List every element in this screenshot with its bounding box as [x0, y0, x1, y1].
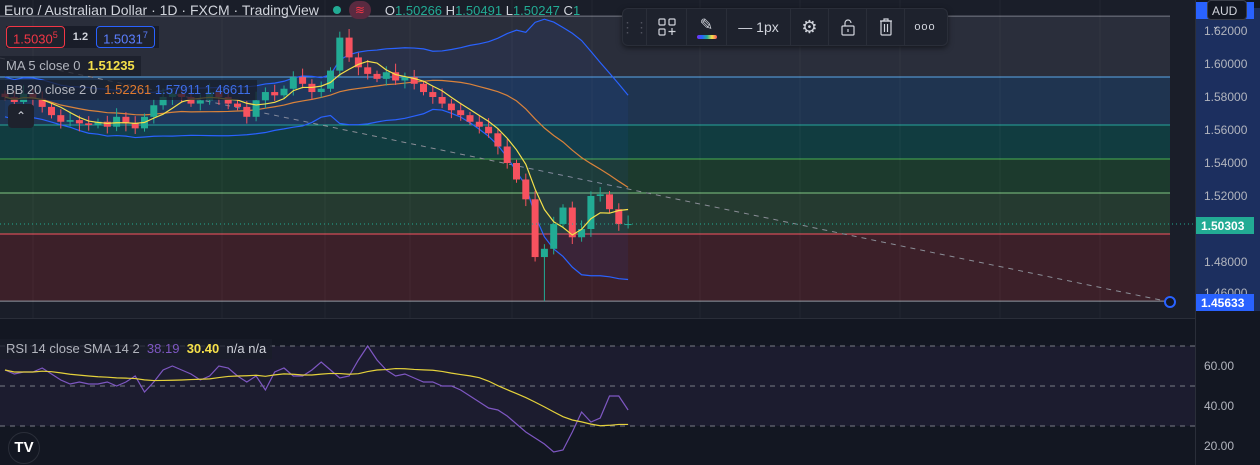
candle-body: [596, 194, 604, 196]
symbol-header: Euro / Australian Dollar · 1D · FXCM · T…: [0, 0, 580, 20]
candle-body: [522, 179, 530, 200]
candle: [336, 31, 344, 78]
candle-body: [289, 77, 297, 89]
pane-separator[interactable]: [0, 318, 1260, 330]
line-width-icon: —: [738, 19, 757, 35]
candle-body: [345, 37, 353, 58]
candle-body: [131, 123, 139, 129]
candle-body: [103, 121, 111, 127]
candle-body: [280, 88, 288, 96]
candle-body: [85, 123, 93, 126]
candle-body: [261, 92, 269, 101]
candle-body: [429, 92, 437, 97]
candle-body: [513, 163, 520, 180]
price-chart[interactable]: [0, 0, 1195, 318]
rsi-tick: 40.00: [1204, 399, 1235, 413]
price-tick: 1.48000: [1204, 255, 1248, 269]
candle-body: [364, 67, 372, 74]
drag-handle-icon[interactable]: ⋮⋮: [621, 8, 649, 46]
candle-body: [373, 73, 381, 79]
symbol-title[interactable]: Euro / Australian Dollar · 1D · FXCM · T…: [0, 2, 319, 18]
currency-selector[interactable]: AUD ⌄: [1207, 0, 1247, 31]
more-options-icon[interactable]: ooo: [905, 8, 945, 46]
price-tick: 1.60000: [1204, 57, 1248, 71]
candle-body: [606, 194, 613, 210]
candle-body: [494, 133, 502, 147]
pencil-icon: ✎: [699, 17, 714, 34]
line-color-button[interactable]: ✎: [687, 8, 727, 46]
candle-body: [271, 92, 279, 96]
trash-icon[interactable]: [867, 8, 905, 46]
candle-body: [66, 120, 74, 122]
candle-body: [57, 115, 65, 122]
rsi-tick: 20.00: [1204, 439, 1235, 453]
candle: [513, 159, 520, 183]
candle-body: [485, 126, 493, 134]
sell-button[interactable]: 1.50305: [6, 26, 65, 48]
spread-value: 1.2: [72, 31, 89, 43]
candle: [531, 190, 539, 262]
price-tick: 1.62000: [1204, 24, 1248, 38]
candle-body: [317, 88, 325, 93]
price-tick: 1.56000: [1204, 123, 1248, 137]
candle-body: [252, 100, 260, 117]
drawing-toolbar: ⋮⋮ ✎ — 1px ⚙ ooo: [621, 8, 948, 46]
candle-body: [540, 248, 548, 258]
candle-body: [382, 72, 390, 79]
data-status-icon[interactable]: ≋: [348, 1, 371, 19]
collapse-legend-button[interactable]: ⌃: [8, 104, 34, 128]
candle-body: [466, 115, 474, 122]
drawing-price-label: 1.45633: [1196, 294, 1254, 311]
current-price-label: 1.50303: [1196, 217, 1254, 234]
candle-body: [299, 77, 307, 84]
price-pane[interactable]: [0, 0, 1195, 318]
candle-body: [457, 110, 465, 116]
buy-button[interactable]: 1.50317: [96, 26, 155, 48]
candle-body: [438, 97, 446, 104]
candle-body: [234, 103, 241, 107]
settings-gear-icon[interactable]: ⚙: [791, 8, 829, 46]
candle-body: [475, 121, 483, 127]
candle-body: [48, 106, 55, 116]
color-swatch: [696, 35, 717, 39]
line-width-button[interactable]: — 1px: [727, 8, 791, 46]
template-icon[interactable]: [647, 8, 687, 46]
trade-buttons: 1.50305 1.2 1.50317: [6, 26, 159, 48]
ohlc-values: O1.50266 H1.50491 L1.50247 C1: [384, 2, 581, 18]
candle-body: [420, 83, 427, 93]
candle-body: [559, 207, 567, 225]
bb-legend[interactable]: BB 20 close 2 0 1.52261 1.57911 1.46611: [0, 80, 257, 100]
price-tick: 1.54000: [1204, 156, 1248, 170]
candle-body: [550, 224, 558, 249]
price-axis[interactable]: 1.62000 1.60000 1.58000 1.56000 1.54000 …: [1195, 0, 1260, 465]
price-tick: 1.52000: [1204, 189, 1248, 203]
chevron-down-icon: ⌄: [1212, 21, 1220, 31]
candle-body: [113, 116, 121, 127]
unlock-icon[interactable]: [829, 8, 867, 46]
candle-body: [150, 105, 158, 117]
drawing-anchor-handle: [1164, 296, 1176, 308]
rsi-legend[interactable]: RSI 14 close SMA 14 2 38.19 30.40 n/a n/…: [0, 339, 273, 359]
tradingview-logo[interactable]: TV: [8, 432, 40, 464]
candle-body: [401, 77, 409, 81]
ma-legend[interactable]: MA 5 close 0 1.51235: [0, 56, 141, 76]
candle-body: [531, 199, 539, 258]
candle-body: [336, 37, 344, 71]
candle-body: [243, 106, 251, 117]
market-open-dot-icon: [332, 6, 341, 14]
candle-body: [75, 120, 83, 124]
candle-body: [196, 100, 204, 104]
rsi-tick: 60.00: [1204, 359, 1235, 373]
candle-body: [447, 103, 455, 111]
price-tick: 1.46000: [1204, 286, 1248, 294]
candle-body: [503, 146, 511, 163]
price-tick: 1.58000: [1204, 90, 1248, 104]
